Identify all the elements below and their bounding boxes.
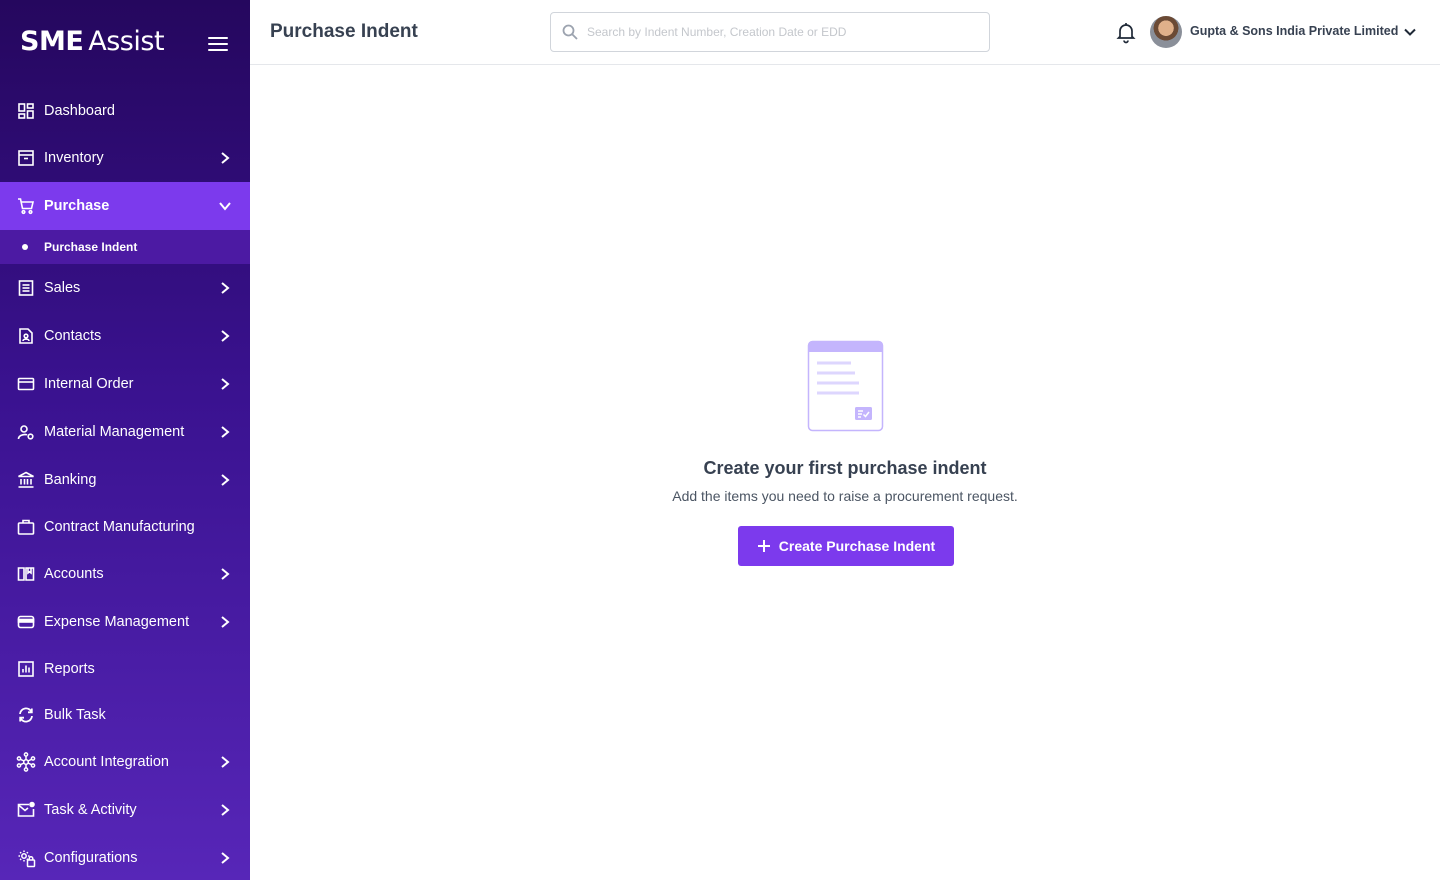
sidebar: SME Assist Dashboard Inventory Purchase bbox=[0, 0, 250, 880]
sidebar-item-purchase[interactable]: Purchase bbox=[0, 182, 250, 230]
dashboard-icon bbox=[16, 101, 36, 121]
chevron-right-icon bbox=[216, 753, 234, 771]
book-icon bbox=[16, 564, 36, 584]
chevron-right-icon bbox=[216, 801, 234, 819]
sidebar-subitem-purchase-indent[interactable]: Purchase Indent bbox=[0, 230, 250, 264]
brand-logo-bold: SME bbox=[20, 26, 84, 57]
hamburger-menu-icon[interactable] bbox=[207, 34, 229, 54]
brand-logo-light: Assist bbox=[88, 26, 165, 57]
search-box[interactable] bbox=[550, 12, 990, 52]
sidebar-item-label: Dashboard bbox=[44, 103, 115, 119]
sidebar-item-label: Sales bbox=[44, 280, 81, 296]
chevron-right-icon bbox=[216, 471, 234, 489]
search-input[interactable] bbox=[587, 25, 977, 39]
top-header: Purchase Indent Gupta & Sons India Priva… bbox=[250, 0, 1440, 65]
sidebar-item-bulk-task[interactable]: Bulk Task bbox=[0, 692, 250, 738]
chevron-down-icon[interactable] bbox=[1400, 22, 1420, 42]
config-icon bbox=[16, 848, 36, 868]
page-title: Purchase Indent bbox=[270, 21, 418, 42]
sidebar-item-banking[interactable]: Banking bbox=[0, 457, 250, 503]
network-icon bbox=[16, 752, 36, 772]
sidebar-item-sales[interactable]: Sales bbox=[0, 265, 250, 311]
chevron-right-icon bbox=[216, 613, 234, 631]
company-name[interactable]: Gupta & Sons India Private Limited bbox=[1190, 24, 1398, 38]
sidebar-item-accounts[interactable]: Accounts bbox=[0, 551, 250, 597]
sidebar-item-label: Contract Manufacturing bbox=[44, 519, 195, 535]
sidebar-item-contract-manufacturing[interactable]: Contract Manufacturing bbox=[0, 504, 250, 550]
empty-state-title: Create your first purchase indent bbox=[703, 458, 987, 478]
sidebar-item-label: Banking bbox=[44, 472, 97, 488]
sidebar-item-expense-management[interactable]: Expense Management bbox=[0, 599, 250, 645]
sidebar-item-label: Accounts bbox=[44, 566, 104, 582]
empty-state-description: Add the items you need to raise a procur… bbox=[672, 488, 1018, 504]
notification-bell-icon[interactable] bbox=[1114, 20, 1138, 44]
sidebar-item-reports[interactable]: Reports bbox=[0, 646, 250, 692]
sidebar-item-contacts[interactable]: Contacts bbox=[0, 313, 250, 359]
sales-icon bbox=[16, 278, 36, 298]
chevron-right-icon bbox=[216, 279, 234, 297]
sidebar-item-label: Configurations bbox=[44, 850, 138, 866]
sidebar-item-label: Contacts bbox=[44, 328, 102, 344]
chevron-right-icon bbox=[216, 849, 234, 867]
sidebar-item-label: Material Management bbox=[44, 424, 185, 440]
chevron-down-icon bbox=[216, 197, 234, 215]
chevron-right-icon bbox=[216, 375, 234, 393]
material-icon bbox=[16, 422, 36, 442]
sync-icon bbox=[16, 705, 36, 725]
create-button-label: Create Purchase Indent bbox=[778, 538, 936, 554]
sidebar-item-task-activity[interactable]: Task & Activity bbox=[0, 787, 250, 833]
user-avatar[interactable] bbox=[1150, 16, 1182, 48]
document-illustration-icon bbox=[807, 340, 885, 432]
sidebar-item-label: Task & Activity bbox=[44, 802, 137, 818]
sidebar-item-dashboard[interactable]: Dashboard bbox=[0, 88, 250, 134]
mail-task-icon bbox=[16, 800, 36, 820]
sidebar-subitem-label: Purchase Indent bbox=[44, 240, 138, 254]
briefcase-icon bbox=[16, 517, 36, 537]
sidebar-item-label: Reports bbox=[44, 661, 95, 677]
bank-icon bbox=[16, 470, 36, 490]
sidebar-item-configurations[interactable]: Configurations bbox=[0, 835, 250, 880]
sidebar-item-inventory[interactable]: Inventory bbox=[0, 135, 250, 181]
chevron-right-icon bbox=[216, 327, 234, 345]
sidebar-item-internal-order[interactable]: Internal Order bbox=[0, 361, 250, 407]
chevron-right-icon bbox=[216, 565, 234, 583]
sidebar-item-label: Bulk Task bbox=[44, 707, 106, 723]
chevron-right-icon bbox=[216, 423, 234, 441]
plus-icon bbox=[757, 539, 771, 553]
sidebar-item-account-integration[interactable]: Account Integration bbox=[0, 739, 250, 785]
inventory-icon bbox=[16, 148, 36, 168]
sidebar-item-label: Inventory bbox=[44, 150, 104, 166]
sidebar-item-label: Internal Order bbox=[44, 376, 134, 392]
create-purchase-indent-button[interactable]: Create Purchase Indent bbox=[738, 526, 954, 566]
brand-logo[interactable]: SME Assist bbox=[20, 26, 165, 62]
chevron-right-icon bbox=[216, 149, 234, 167]
cart-icon bbox=[16, 196, 36, 216]
search-icon bbox=[561, 23, 579, 41]
sidebar-item-label: Expense Management bbox=[44, 614, 190, 630]
sidebar-item-label: Purchase bbox=[44, 198, 110, 214]
wallet-icon bbox=[16, 612, 36, 632]
sidebar-item-label: Account Integration bbox=[44, 754, 169, 770]
sidebar-item-material-management[interactable]: Material Management bbox=[0, 409, 250, 455]
card-icon bbox=[16, 374, 36, 394]
bullet-dot-icon bbox=[22, 244, 28, 250]
contacts-icon bbox=[16, 326, 36, 346]
reports-icon bbox=[16, 659, 36, 679]
